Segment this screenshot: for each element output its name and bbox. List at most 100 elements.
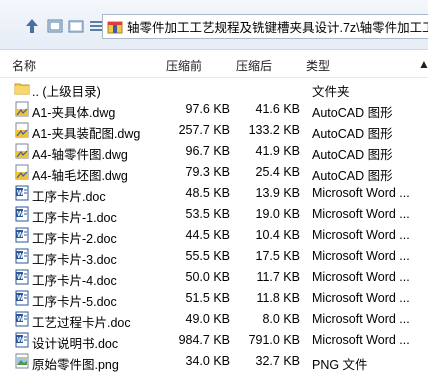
file-row[interactable]: A4-轴零件图.dwg 96.7 KB 41.9 KB AutoCAD 图形 — [0, 141, 428, 162]
word-doc-icon: W — [14, 269, 30, 285]
file-size: 25.4 KB — [255, 165, 300, 179]
file-row[interactable]: W 工序卡片-4.doc 50.0 KB 11.7 KB Microsoft Word … — [0, 267, 428, 288]
file-type: AutoCAD 图形 — [312, 106, 393, 120]
column-type[interactable]: 类型 — [306, 57, 330, 74]
address-bar[interactable]: 轴零件加工工艺规程及铣键槽夹具设计.7z\轴零件加工工艺 — [102, 14, 428, 39]
file-packed-size: 53.5 KB — [185, 207, 230, 221]
file-name: A1-夹具体.dwg — [32, 106, 116, 120]
png-image-icon — [14, 353, 30, 369]
svg-text:W: W — [17, 337, 24, 344]
file-size: 17.5 KB — [255, 249, 300, 263]
file-row[interactable]: W 工序卡片-5.doc 51.5 KB 11.8 KB Microsoft Word … — [0, 288, 428, 309]
dwg-file-icon — [14, 101, 30, 117]
file-packed-size: 97.6 KB — [185, 102, 230, 116]
file-size: 8.0 KB — [262, 312, 300, 326]
file-type: Microsoft Word ... — [312, 207, 410, 221]
file-type: Microsoft Word ... — [312, 249, 410, 263]
word-doc-icon: W — [14, 185, 30, 201]
file-name: 工序卡片-2.doc — [32, 232, 117, 246]
file-row[interactable]: A4-轴毛坯图.dwg 79.3 KB 25.4 KB AutoCAD 图形 — [0, 162, 428, 183]
svg-text:W: W — [17, 274, 24, 281]
word-doc-icon: W — [14, 248, 30, 264]
word-doc-icon: W — [14, 227, 30, 243]
file-row[interactable]: W 工序卡片-1.doc 53.5 KB 19.0 KB Microsoft Word … — [0, 204, 428, 225]
word-doc-icon: W — [14, 332, 30, 348]
archive-icon — [107, 21, 123, 33]
file-row[interactable]: W 工序卡片.doc 48.5 KB 13.9 KB Microsoft Word ..… — [0, 183, 428, 204]
file-row[interactable]: .. (上级目录) 文件夹 — [0, 78, 428, 99]
file-type: Microsoft Word ... — [312, 312, 410, 326]
file-size: 11.8 KB — [256, 291, 300, 305]
file-name: 工序卡片.doc — [32, 190, 106, 204]
file-packed-size: 257.7 KB — [178, 123, 230, 137]
file-size: 32.7 KB — [255, 354, 300, 368]
column-more[interactable]: ▲ — [418, 57, 428, 71]
file-type: AutoCAD 图形 — [312, 127, 393, 141]
view-mode-icon[interactable] — [45, 16, 65, 36]
file-packed-size: 96.7 KB — [185, 144, 230, 158]
word-doc-icon: W — [14, 206, 30, 222]
dwg-file-icon — [14, 122, 30, 138]
file-row[interactable]: W 工艺过程卡片.doc 49.0 KB 8.0 KB Microsoft Word .… — [0, 309, 428, 330]
file-packed-size: 48.5 KB — [185, 186, 230, 200]
file-row[interactable]: W 工序卡片-2.doc 44.5 KB 10.4 KB Microsoft Word … — [0, 225, 428, 246]
address-path: 轴零件加工工艺规程及铣键槽夹具设计.7z\轴零件加工工艺 — [127, 21, 428, 35]
dwg-file-icon — [14, 164, 30, 180]
file-name: A1-夹具装配图.dwg — [32, 127, 141, 141]
file-type: 文件夹 — [312, 85, 350, 99]
column-header: 名称 压缩前 压缩后 类型 ▲ — [0, 50, 428, 78]
svg-text:W: W — [17, 211, 24, 218]
toolbar: 轴零件加工工艺规程及铣键槽夹具设计.7z\轴零件加工工艺 — [0, 0, 428, 50]
svg-text:W: W — [17, 316, 24, 323]
word-doc-icon: W — [14, 311, 30, 327]
file-name: 工序卡片-1.doc — [32, 211, 117, 225]
file-size: 11.7 KB — [256, 270, 300, 284]
file-packed-size: 55.5 KB — [185, 249, 230, 263]
file-name: .. (上级目录) — [32, 85, 101, 99]
file-packed-size: 44.5 KB — [185, 228, 230, 242]
file-name: 工序卡片-4.doc — [32, 274, 117, 288]
svg-text:W: W — [17, 295, 24, 302]
folder-view-icon[interactable] — [66, 16, 86, 36]
file-size: 10.4 KB — [255, 228, 300, 242]
file-size: 791.0 KB — [248, 333, 300, 347]
file-size: 133.2 KB — [248, 123, 300, 137]
file-row[interactable]: W 工序卡片-3.doc 55.5 KB 17.5 KB Microsoft Word … — [0, 246, 428, 267]
file-row[interactable]: W 设计说明书.doc 984.7 KB 791.0 KB Microsoft Word… — [0, 330, 428, 351]
file-size: 13.9 KB — [255, 186, 300, 200]
file-size: 41.6 KB — [255, 102, 300, 116]
file-name: 原始零件图.png — [32, 358, 119, 372]
column-name[interactable]: 名称 — [12, 57, 36, 74]
file-row[interactable]: A1-夹具装配图.dwg 257.7 KB 133.2 KB AutoCAD 图形 — [0, 120, 428, 141]
file-type: Microsoft Word ... — [312, 186, 410, 200]
file-packed-size: 51.5 KB — [185, 291, 230, 305]
file-row[interactable]: A1-夹具体.dwg 97.6 KB 41.6 KB AutoCAD 图形 — [0, 99, 428, 120]
file-name: 工序卡片-3.doc — [32, 253, 117, 267]
folder-icon — [14, 80, 30, 96]
file-name: A4-轴零件图.dwg — [32, 148, 128, 162]
svg-text:W: W — [17, 253, 24, 260]
file-type: PNG 文件 — [312, 358, 368, 372]
file-packed-size: 49.0 KB — [185, 312, 230, 326]
file-packed-size: 984.7 KB — [178, 333, 230, 347]
up-arrow-icon[interactable] — [22, 16, 42, 36]
file-row[interactable]: 原始零件图.png 34.0 KB 32.7 KB PNG 文件 — [0, 351, 428, 372]
file-type: AutoCAD 图形 — [312, 148, 393, 162]
file-name: 工艺过程卡片.doc — [32, 316, 131, 330]
file-type: Microsoft Word ... — [312, 270, 410, 284]
dwg-file-icon — [14, 143, 30, 159]
file-name: 工序卡片-5.doc — [32, 295, 117, 309]
column-size[interactable]: 压缩后 — [236, 57, 272, 74]
file-type: Microsoft Word ... — [312, 228, 410, 242]
file-packed-size: 34.0 KB — [185, 354, 230, 368]
svg-text:W: W — [17, 190, 24, 197]
file-size: 19.0 KB — [255, 207, 300, 221]
file-type: Microsoft Word ... — [312, 291, 410, 305]
word-doc-icon: W — [14, 290, 30, 306]
file-type: AutoCAD 图形 — [312, 169, 393, 183]
file-list: .. (上级目录) 文件夹 A1-夹具体.dwg 97.6 KB 41.6 KB Auto… — [0, 78, 428, 376]
column-packed[interactable]: 压缩前 — [166, 57, 202, 74]
file-packed-size: 50.0 KB — [185, 270, 230, 284]
file-size: 41.9 KB — [255, 144, 300, 158]
file-type: Microsoft Word ... — [312, 333, 410, 347]
